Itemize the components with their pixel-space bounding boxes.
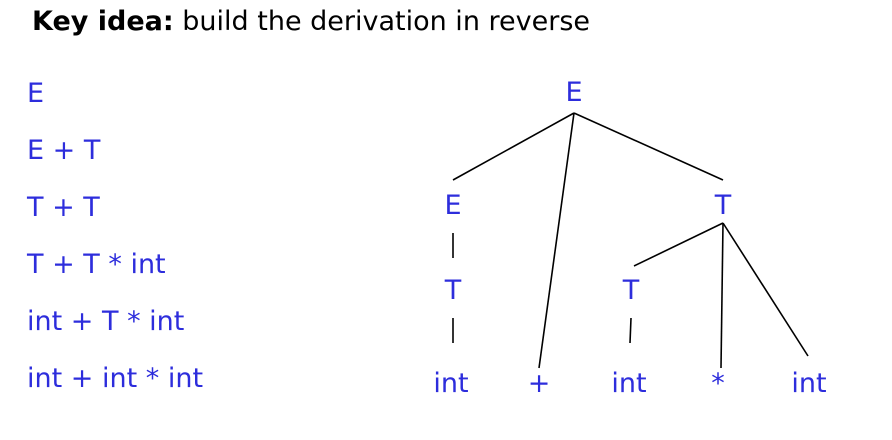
tree-node-root: E [565, 77, 582, 108]
tree-leaf: int [791, 368, 826, 399]
tree-node: E [444, 190, 461, 221]
parse-tree: E E T T T int + int * int [433, 77, 826, 399]
tree-edge [452, 112, 575, 181]
tree-edge [629, 317, 632, 344]
tree-leaf: int [611, 368, 646, 399]
tree-edge [538, 112, 575, 369]
tree-edge [573, 112, 724, 181]
tree-node: T [444, 275, 462, 306]
tree-node: T [714, 190, 732, 221]
tree-leaf: * [711, 368, 725, 399]
tree-leaf: + [528, 368, 551, 399]
tree-node: T [622, 275, 640, 306]
tree-edge [633, 222, 724, 267]
tree-nodes: E E T T T int + int * int [433, 77, 826, 399]
tree-edge [720, 222, 724, 369]
tree-edge [722, 222, 809, 357]
tree-edges [452, 112, 809, 369]
tree-leaf: int [433, 368, 468, 399]
